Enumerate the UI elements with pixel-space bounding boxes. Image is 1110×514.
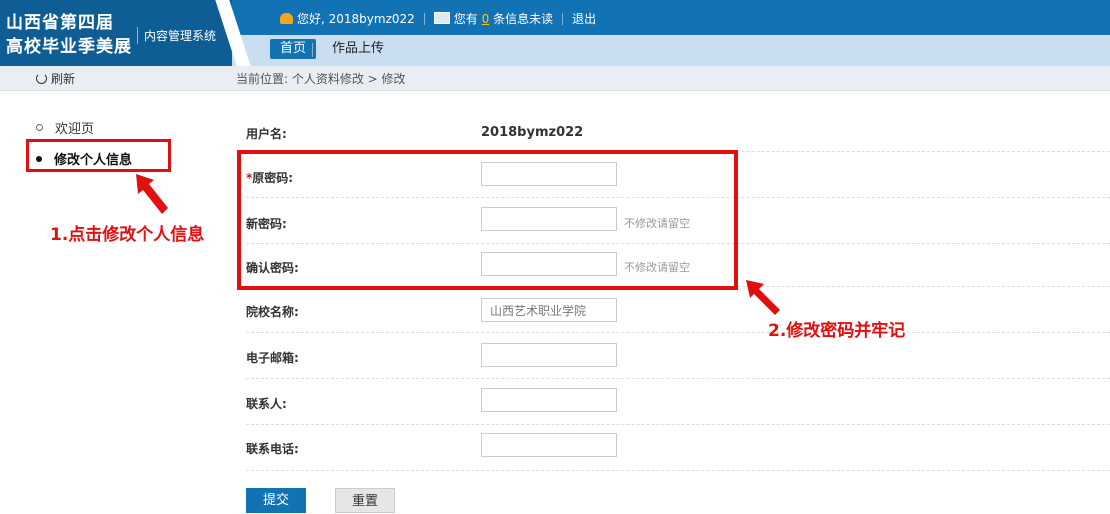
mail-icon (433, 12, 450, 24)
logout-link[interactable]: 退出 (572, 12, 596, 26)
form-row-school: 院校名称: (246, 287, 1110, 333)
msg-suffix: 条信息未读 (493, 12, 554, 26)
phone-label: 联系电话: (246, 442, 299, 456)
breadcrumb: 当前位置: 个人资料修改 > 修改 (236, 72, 406, 86)
logo-panel: 山西省第四届 高校毕业季美展 内容管理系统 (0, 0, 232, 66)
email-label: 电子邮箱: (246, 351, 299, 365)
reset-button[interactable]: 重置 (335, 488, 395, 513)
top-header: 山西省第四届 高校毕业季美展 内容管理系统 您好, 2018bymz022 您有 … (0, 0, 1110, 66)
nav-divider (312, 43, 313, 57)
message-count-link[interactable]: 0 (482, 12, 490, 26)
submit-button[interactable]: 提交 (246, 488, 306, 513)
logo-title-line2: 高校毕业季美展 (6, 37, 132, 57)
system-name: 内容管理系统 (137, 27, 216, 44)
school-input[interactable] (481, 298, 617, 322)
logo-title-line1: 山西省第四届 (6, 13, 114, 33)
msg-prefix: 您有 (453, 12, 478, 26)
email-input[interactable] (481, 343, 617, 367)
highlight-box-password (237, 150, 738, 290)
arrow-icon (136, 174, 168, 214)
user-info: 您好, 2018bymz022 您有 0 条信息未读 退出 (280, 10, 596, 27)
annotation-step1: 1.点击修改个人信息 (50, 225, 205, 245)
refresh-label: 刷新 (51, 72, 76, 86)
username-value: 2018bymz022 (481, 125, 584, 140)
bullet-icon (36, 124, 43, 131)
form-row-email: 电子邮箱: (246, 333, 1110, 379)
contact-input[interactable] (481, 388, 617, 412)
separator (423, 13, 425, 25)
username-label: 用户名: (246, 127, 287, 141)
greeting-text: 您好, 2018bymz022 (297, 12, 415, 26)
form-row-contact: 联系人: (246, 379, 1110, 425)
school-label: 院校名称: (246, 305, 299, 319)
user-icon (280, 13, 293, 24)
annotation-step2: 2.修改密码并牢记 (768, 321, 906, 341)
tab-home[interactable]: 首页 (270, 39, 317, 59)
refresh-button[interactable]: 刷新 (36, 70, 75, 87)
sidebar-item-welcome[interactable]: 欢迎页 (36, 118, 94, 137)
toolbar (0, 66, 1110, 91)
contact-label: 联系人: (246, 397, 287, 411)
tab-upload[interactable]: 作品上传 (322, 39, 394, 59)
arrow-icon (746, 280, 780, 315)
highlight-box-menu (26, 139, 171, 172)
separator (562, 13, 564, 25)
refresh-icon (36, 73, 47, 84)
phone-input[interactable] (481, 433, 617, 457)
form-row-username: 用户名: 2018bymz022 (246, 113, 1110, 152)
form-row-phone: 联系电话: (246, 425, 1110, 471)
sidebar-item-label: 欢迎页 (55, 122, 95, 137)
